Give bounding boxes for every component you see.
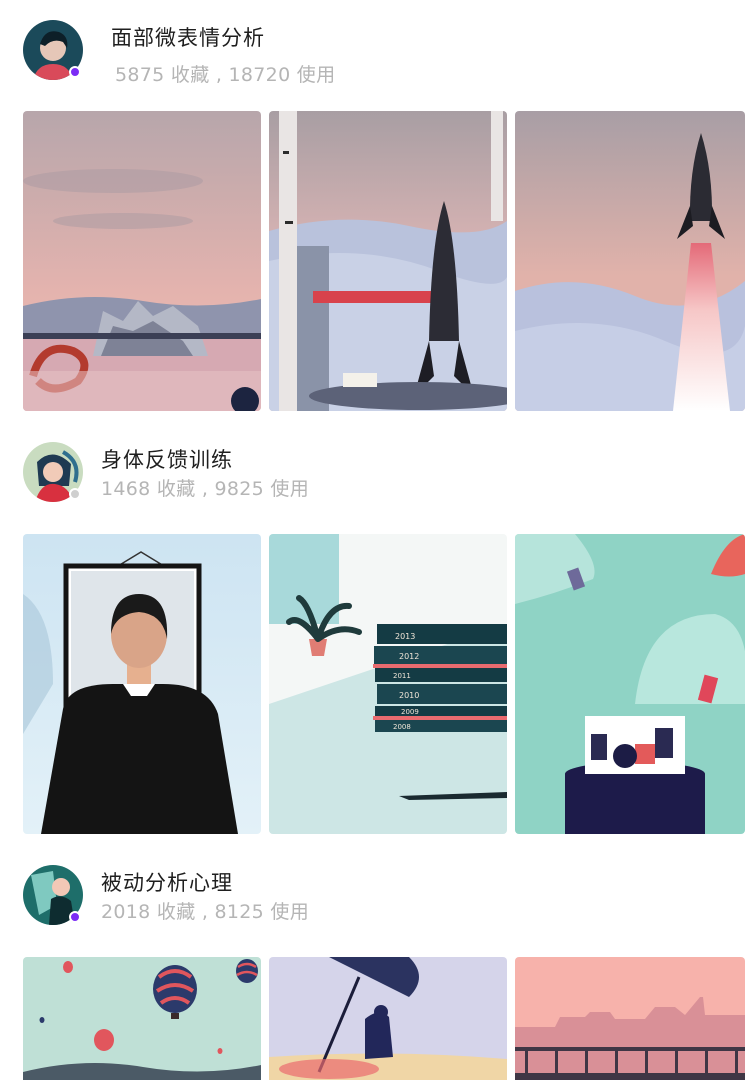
- illustration-card[interactable]: [23, 111, 261, 411]
- book-year-label: 2009: [401, 708, 419, 716]
- man-mirror-illustration: [23, 534, 261, 834]
- illustration-card[interactable]: [269, 957, 507, 1080]
- avatar[interactable]: [23, 865, 83, 925]
- avatar[interactable]: [23, 20, 83, 80]
- illustration-card[interactable]: [23, 534, 261, 834]
- online-status-indicator: [69, 66, 81, 78]
- book-year-label: 2012: [399, 652, 419, 661]
- illustration-card[interactable]: [23, 957, 261, 1080]
- illustration-card[interactable]: [515, 957, 745, 1080]
- rocket-birch-illustration: [269, 111, 507, 411]
- collection-title[interactable]: 被动分析心理: [101, 867, 233, 897]
- illustration-card[interactable]: 2013 2012 2011 2010 2009 2008: [269, 534, 507, 834]
- beach-umbrella-illustration: [269, 957, 507, 1080]
- avatar[interactable]: [23, 442, 83, 502]
- house-glass-dome-illustration: [515, 534, 745, 834]
- rocket-launch-illustration: [515, 111, 745, 411]
- illustration-card[interactable]: [269, 111, 507, 411]
- city-museum-illustration: [23, 111, 261, 411]
- books-plant-illustration: 2013 2012 2011 2010 2009 2008: [269, 534, 507, 834]
- collection-stats: 2018 收藏 , 8125 使用: [101, 901, 310, 923]
- book-year-label: 2010: [399, 691, 419, 700]
- offline-status-indicator: [69, 488, 81, 500]
- illustration-card[interactable]: [515, 534, 745, 834]
- book-year-label: 2008: [393, 723, 411, 731]
- collection-stats: 5875 收藏 , 18720 使用: [115, 64, 336, 86]
- collection-stats: 1468 收藏 , 9825 使用: [101, 478, 310, 500]
- online-status-indicator: [69, 911, 81, 923]
- book-year-label: 2013: [395, 632, 415, 641]
- book-year-label: 2011: [393, 672, 411, 680]
- collection-title[interactable]: 面部微表情分析: [111, 22, 265, 52]
- hot-air-balloons-illustration: [23, 957, 261, 1080]
- illustration-card[interactable]: [515, 111, 745, 411]
- collection-title[interactable]: 身体反馈训练: [101, 444, 233, 474]
- city-skyline-balcony-illustration: [515, 957, 745, 1080]
